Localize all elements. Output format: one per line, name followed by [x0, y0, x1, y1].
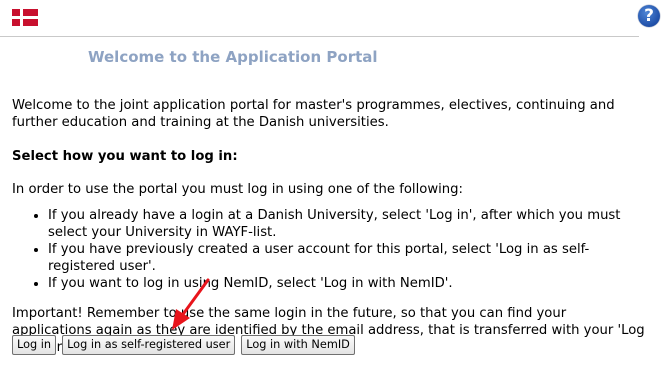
list-item: If you want to log in using NemID, selec… [48, 275, 648, 292]
intro-text: Welcome to the joint application portal … [12, 98, 615, 130]
flag-cross-horizontal [12, 16, 38, 19]
login-heading: Select how you want to log in: [12, 149, 238, 164]
nemid-login-button[interactable]: Log in with NemID [241, 335, 355, 355]
application-portal-page: ? Welcome to the Application Portal Welc… [0, 0, 662, 374]
main-content: Welcome to the joint application portal … [12, 97, 648, 356]
login-button[interactable]: Log in [12, 335, 57, 355]
header-divider [0, 36, 639, 37]
self-registered-login-button[interactable]: Log in as self-registered user [62, 335, 236, 355]
list-item: If you have previously created a user ac… [48, 241, 648, 275]
instruction-text: In order to use the portal you must log … [12, 182, 463, 197]
danish-flag-icon[interactable] [12, 9, 38, 26]
login-options-list: If you already have a login at a Danish … [12, 207, 648, 292]
list-item: If you already have a login at a Danish … [48, 207, 648, 241]
page-title: Welcome to the Application Portal [88, 48, 378, 66]
login-button-row: Log in Log in as self-registered user Lo… [12, 335, 355, 355]
help-icon[interactable]: ? [638, 5, 660, 27]
